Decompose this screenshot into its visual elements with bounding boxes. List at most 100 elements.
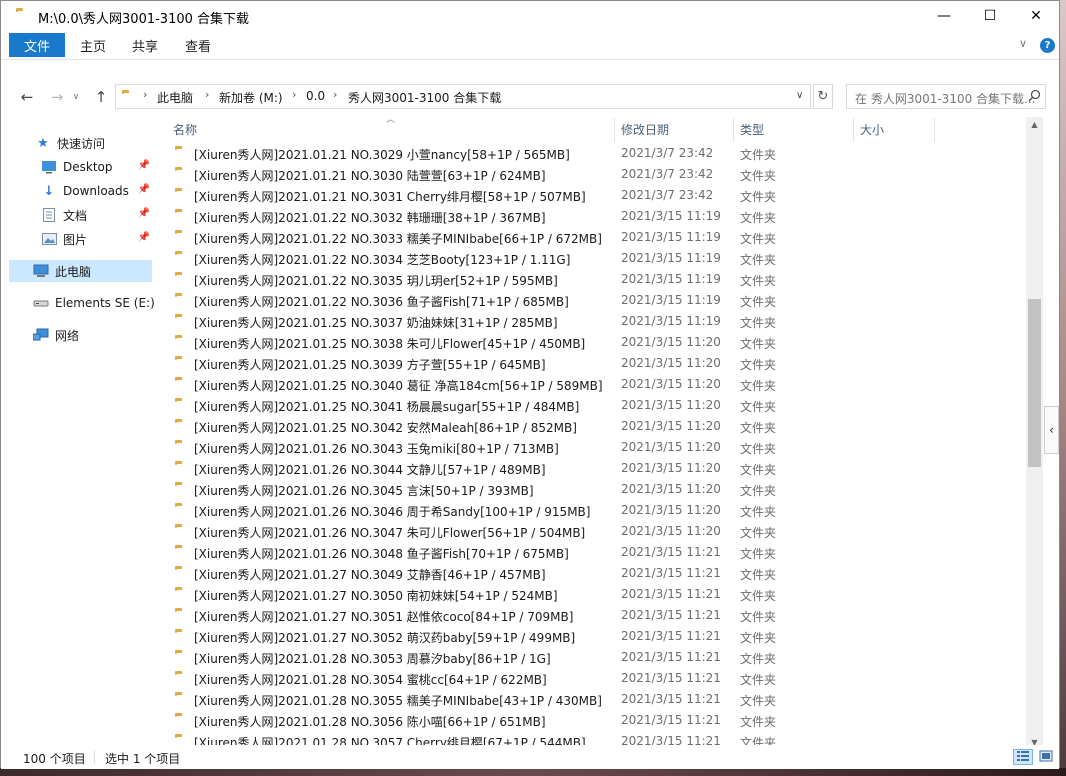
tab-view[interactable]: 查看	[185, 33, 211, 57]
help-icon[interactable]: ?	[1040, 38, 1055, 53]
file-type: 文件夹	[740, 253, 777, 267]
expand-ribbon-chevron-icon[interactable]: ∨	[1019, 37, 1027, 50]
column-header-name[interactable]: 名称	[173, 118, 197, 140]
file-list: [Xiuren秀人网]2021.01.21 NO.3029 小萱nancy[58…	[167, 143, 937, 749]
file-row[interactable]: [Xiuren秀人网]2021.01.25 NO.3037 奶油妹妹[31+1P…	[167, 311, 937, 332]
address-dropdown-icon[interactable]: ∨	[796, 90, 803, 101]
sidebar-item-downloads[interactable]: ↓ Downloads 📌	[9, 180, 152, 202]
column-divider[interactable]	[733, 118, 734, 142]
file-type: 文件夹	[740, 358, 777, 372]
up-button[interactable]: ↑	[91, 87, 111, 107]
file-row[interactable]: [Xiuren秀人网]2021.01.22 NO.3034 芝芝Booty[12…	[167, 248, 937, 269]
file-row[interactable]: [Xiuren秀人网]2021.01.25 NO.3041 杨晨晨sugar[5…	[167, 395, 937, 416]
sidebar-item-label: 网络	[55, 328, 80, 343]
breadcrumb-separator-icon[interactable]: ›	[333, 88, 337, 101]
file-name: [Xiuren秀人网]2021.01.22 NO.3032 韩珊珊[38+1P …	[194, 211, 546, 225]
sidebar-item-network[interactable]: 网络	[9, 324, 152, 346]
file-row[interactable]: [Xiuren秀人网]2021.01.26 NO.3043 玉兔miki[80+…	[167, 437, 937, 458]
file-row[interactable]: [Xiuren秀人网]2021.01.21 NO.3029 小萱nancy[58…	[167, 143, 937, 164]
preview-pane-toggle[interactable]: ‹	[1044, 406, 1059, 454]
minimize-button[interactable]: —	[921, 1, 967, 31]
file-modified-date: 2021/3/15 11:21	[621, 566, 721, 580]
scroll-up-icon[interactable]: ▲	[1026, 117, 1043, 131]
file-row[interactable]: [Xiuren秀人网]2021.01.22 NO.3036 鱼子酱Fish[71…	[167, 290, 937, 311]
file-name: [Xiuren秀人网]2021.01.25 NO.3040 葛征 净高184cm…	[194, 379, 603, 393]
file-row[interactable]: [Xiuren秀人网]2021.01.26 NO.3047 朱可儿Flower[…	[167, 521, 937, 542]
sidebar-item-quick-access[interactable]: ★ 快速访问	[9, 132, 152, 154]
file-row[interactable]: [Xiuren秀人网]2021.01.27 NO.3050 南初妹妹[54+1P…	[167, 584, 937, 605]
file-row[interactable]: [Xiuren秀人网]2021.01.22 NO.3035 玥儿玥er[52+1…	[167, 269, 937, 290]
sidebar-item-this-pc[interactable]: 此电脑	[9, 260, 152, 282]
file-type: 文件夹	[740, 421, 777, 435]
breadcrumb-current-folder[interactable]: 秀人网3001-3100 合集下载	[348, 89, 501, 106]
file-row[interactable]: [Xiuren秀人网]2021.01.21 NO.3030 陆萱萱[63+1P …	[167, 164, 937, 185]
tab-share[interactable]: 共享	[132, 33, 158, 57]
sidebar-item-label: 快速访问	[57, 136, 106, 151]
file-row[interactable]: [Xiuren秀人网]2021.01.26 NO.3045 言沫[50+1P /…	[167, 479, 937, 500]
file-row[interactable]: [Xiuren秀人网]2021.01.22 NO.3032 韩珊珊[38+1P …	[167, 206, 937, 227]
file-modified-date: 2021/3/15 11:21	[621, 629, 721, 643]
file-row[interactable]: [Xiuren秀人网]2021.01.27 NO.3049 艾静香[46+1P …	[167, 563, 937, 584]
pin-icon[interactable]: 📌	[138, 232, 150, 243]
tab-file[interactable]: 文件	[9, 33, 65, 57]
file-row[interactable]: [Xiuren秀人网]2021.01.27 NO.3052 萌汉药baby[59…	[167, 626, 937, 647]
maximize-button[interactable]: ☐	[967, 1, 1013, 31]
file-row[interactable]: [Xiuren秀人网]2021.01.22 NO.3033 糯美子MINIbab…	[167, 227, 937, 248]
forward-button[interactable]: →	[47, 87, 67, 107]
back-button[interactable]: ←	[17, 87, 37, 107]
status-divider	[94, 750, 95, 764]
file-row[interactable]: [Xiuren秀人网]2021.01.25 NO.3042 安然Maleah[8…	[167, 416, 937, 437]
file-type: 文件夹	[740, 232, 777, 246]
column-divider[interactable]	[614, 118, 615, 142]
recent-locations-chevron-icon[interactable]: ∨	[70, 87, 82, 107]
sidebar-item-elements-drive[interactable]: Elements SE (E:)	[9, 292, 155, 314]
details-view-button[interactable]	[1013, 749, 1033, 765]
column-divider[interactable]	[934, 118, 935, 142]
file-row[interactable]: [Xiuren秀人网]2021.01.26 NO.3046 周于希Sandy[1…	[167, 500, 937, 521]
file-modified-date: 2021/3/15 11:19	[621, 230, 721, 244]
file-row[interactable]: [Xiuren秀人网]2021.01.28 NO.3056 陈小喵[66+1P …	[167, 710, 937, 731]
breadcrumb-folder-0-0[interactable]: 0.0	[306, 89, 325, 103]
pin-icon[interactable]: 📌	[138, 160, 150, 171]
file-row[interactable]: [Xiuren秀人网]2021.01.28 NO.3053 周慕汐baby[86…	[167, 647, 937, 668]
breadcrumb-separator-icon[interactable]: ›	[143, 88, 147, 101]
file-modified-date: 2021/3/15 11:19	[621, 251, 721, 265]
title-bar[interactable]: M:\0.0\秀人网3001-3100 合集下载 — ☐ ✕	[1, 1, 1059, 31]
file-row[interactable]: [Xiuren秀人网]2021.01.25 NO.3038 朱可儿Flower[…	[167, 332, 937, 353]
vertical-scrollbar[interactable]: ▲ ▼	[1026, 117, 1043, 749]
sidebar-item-documents[interactable]: 文档 📌	[9, 204, 152, 226]
refresh-button[interactable]: ↻	[813, 84, 833, 109]
breadcrumb-this-pc[interactable]: 此电脑	[157, 89, 193, 106]
column-divider[interactable]	[853, 118, 854, 142]
file-modified-date: 2021/3/15 11:20	[621, 335, 721, 349]
scrollbar-thumb[interactable]	[1028, 299, 1041, 467]
column-header-modified[interactable]: 修改日期	[621, 118, 669, 140]
file-row[interactable]: [Xiuren秀人网]2021.01.28 NO.3055 糯美子MINIbab…	[167, 689, 937, 710]
file-type: 文件夹	[740, 484, 777, 498]
file-row[interactable]: [Xiuren秀人网]2021.01.26 NO.3044 文静儿[57+1P …	[167, 458, 937, 479]
close-button[interactable]: ✕	[1013, 1, 1059, 31]
pin-icon[interactable]: 📌	[138, 184, 150, 195]
breadcrumb-drive[interactable]: 新加卷 (M:)	[219, 89, 283, 106]
file-row[interactable]: [Xiuren秀人网]2021.01.25 NO.3040 葛征 净高184cm…	[167, 374, 937, 395]
breadcrumb-separator-icon[interactable]: ›	[292, 88, 296, 101]
address-bar[interactable]: › 此电脑 › 新加卷 (M:) › 0.0 › 秀人网3001-3100 合集…	[115, 84, 811, 109]
sidebar-item-pictures[interactable]: 图片 📌	[9, 228, 152, 250]
file-row[interactable]: [Xiuren秀人网]2021.01.28 NO.3054 蜜桃cc[64+1P…	[167, 668, 937, 689]
file-row[interactable]: [Xiuren秀人网]2021.01.27 NO.3051 赵惟依coco[84…	[167, 605, 937, 626]
search-input[interactable]: 在 秀人网3001-3100 合集下载...	[846, 84, 1046, 109]
file-name: [Xiuren秀人网]2021.01.25 NO.3042 安然Maleah[8…	[194, 421, 577, 435]
column-header-size[interactable]: 大小	[860, 118, 884, 140]
pin-icon[interactable]: 📌	[138, 208, 150, 219]
sidebar-item-desktop[interactable]: Desktop 📌	[9, 156, 152, 178]
file-row[interactable]: [Xiuren秀人网]2021.01.26 NO.3048 鱼子酱Fish[70…	[167, 542, 937, 563]
breadcrumb-separator-icon[interactable]: ›	[205, 88, 209, 101]
large-icons-view-button[interactable]	[1036, 749, 1056, 765]
file-name: [Xiuren秀人网]2021.01.25 NO.3039 方子萱[55+1P …	[194, 358, 546, 372]
navigation-pane: ★ 快速访问 Desktop 📌 ↓ Downloads 📌 文档 📌 图片 📌…	[9, 123, 157, 743]
file-row[interactable]: [Xiuren秀人网]2021.01.21 NO.3031 Cherry绯月樱[…	[167, 185, 937, 206]
computer-icon	[33, 263, 49, 279]
column-header-type[interactable]: 类型	[740, 118, 764, 140]
file-row[interactable]: [Xiuren秀人网]2021.01.25 NO.3039 方子萱[55+1P …	[167, 353, 937, 374]
tab-home[interactable]: 主页	[80, 33, 106, 57]
